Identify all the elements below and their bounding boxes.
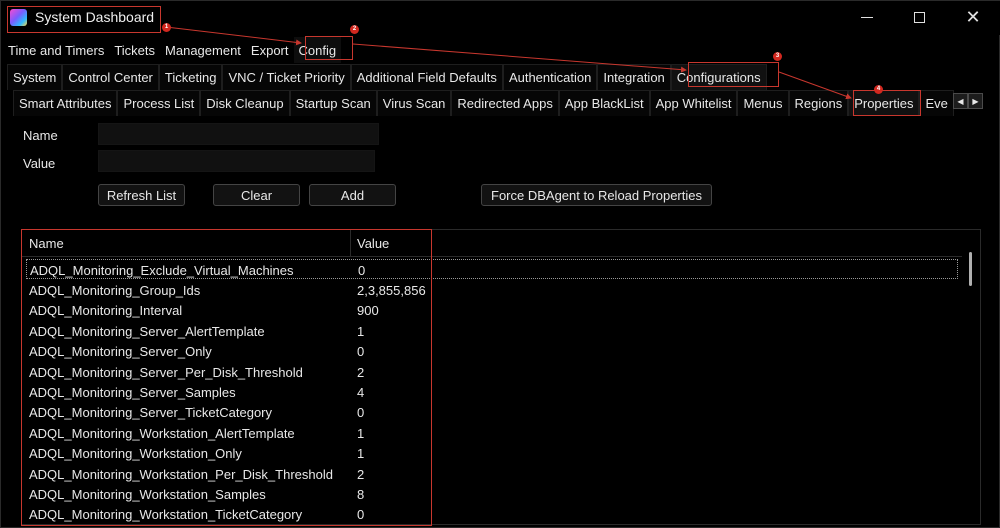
clear-button[interactable]: Clear: [213, 184, 300, 206]
tab-app-blacklist[interactable]: App BlackList: [558, 90, 650, 116]
tab-app-whitelist[interactable]: App Whitelist: [649, 90, 738, 116]
close-icon: ✕: [965, 6, 981, 27]
highlight-box-config: [305, 36, 353, 60]
scroll-right-icon[interactable]: ▶: [968, 93, 983, 109]
close-button[interactable]: ✕: [953, 5, 993, 29]
tab-virus-scan[interactable]: Virus Scan: [376, 90, 452, 116]
highlight-box-title: [7, 6, 161, 33]
tab-regions[interactable]: Regions: [788, 90, 849, 116]
tab-tickets[interactable]: Tickets: [109, 37, 160, 63]
annotation-marker-3: 3: [773, 52, 782, 61]
tab-redirected-apps[interactable]: Redirected Apps: [451, 90, 559, 116]
scroll-left-icon[interactable]: ◀: [953, 93, 968, 109]
minimize-icon: [861, 16, 873, 18]
highlight-box-table: [21, 229, 432, 526]
tab-ticketing[interactable]: Ticketing: [158, 64, 223, 90]
tab-time-and-timers[interactable]: Time and Timers: [3, 37, 109, 63]
tab-startup-scan[interactable]: Startup Scan: [289, 90, 377, 116]
name-field[interactable]: [98, 123, 379, 145]
configurations-sub-tabs: Smart Attributes Process List Disk Clean…: [13, 90, 954, 116]
highlight-box-properties: [853, 90, 921, 116]
app-window: System Dashboard ✕ Time and Timers Ticke…: [0, 0, 1000, 528]
tab-integration[interactable]: Integration: [597, 64, 671, 90]
tab-export[interactable]: Export: [246, 37, 294, 63]
tab-events-truncated[interactable]: Eve: [919, 90, 954, 116]
main-menu-tabs: Time and Timers Tickets Management Expor…: [3, 37, 342, 63]
tab-scroll-arrows: ◀ ▶: [953, 93, 983, 109]
tab-menus[interactable]: Menus: [737, 90, 789, 116]
maximize-icon: [913, 11, 925, 23]
maximize-button[interactable]: [899, 5, 939, 29]
force-dbagent-reload-button[interactable]: Force DBAgent to Reload Properties: [481, 184, 712, 206]
tab-smart-attributes[interactable]: Smart Attributes: [13, 90, 118, 116]
scrollbar-thumb[interactable]: [969, 252, 972, 286]
name-label: Name: [23, 128, 58, 143]
vertical-scrollbar[interactable]: [963, 230, 980, 524]
annotation-marker-2: 2: [350, 25, 359, 34]
config-tabs: System Control Center Ticketing VNC / Ti…: [7, 64, 767, 90]
tab-authentication[interactable]: Authentication: [502, 64, 598, 90]
tab-additional-field-defaults[interactable]: Additional Field Defaults: [350, 64, 503, 90]
tab-control-center[interactable]: Control Center: [62, 64, 159, 90]
tab-management[interactable]: Management: [160, 37, 246, 63]
refresh-list-button[interactable]: Refresh List: [98, 184, 185, 206]
value-label: Value: [23, 156, 56, 171]
tab-process-list[interactable]: Process List: [117, 90, 201, 116]
minimize-button[interactable]: [847, 5, 887, 29]
tab-disk-cleanup[interactable]: Disk Cleanup: [200, 90, 290, 116]
annotation-marker-1: 1: [162, 23, 171, 32]
highlight-box-configurations: [688, 62, 779, 87]
tab-vnc-ticket-priority[interactable]: VNC / Ticket Priority: [222, 64, 351, 90]
add-button[interactable]: Add: [309, 184, 396, 206]
annotation-marker-4: 4: [874, 85, 883, 94]
value-field[interactable]: [98, 150, 375, 172]
tab-system[interactable]: System: [7, 64, 63, 90]
